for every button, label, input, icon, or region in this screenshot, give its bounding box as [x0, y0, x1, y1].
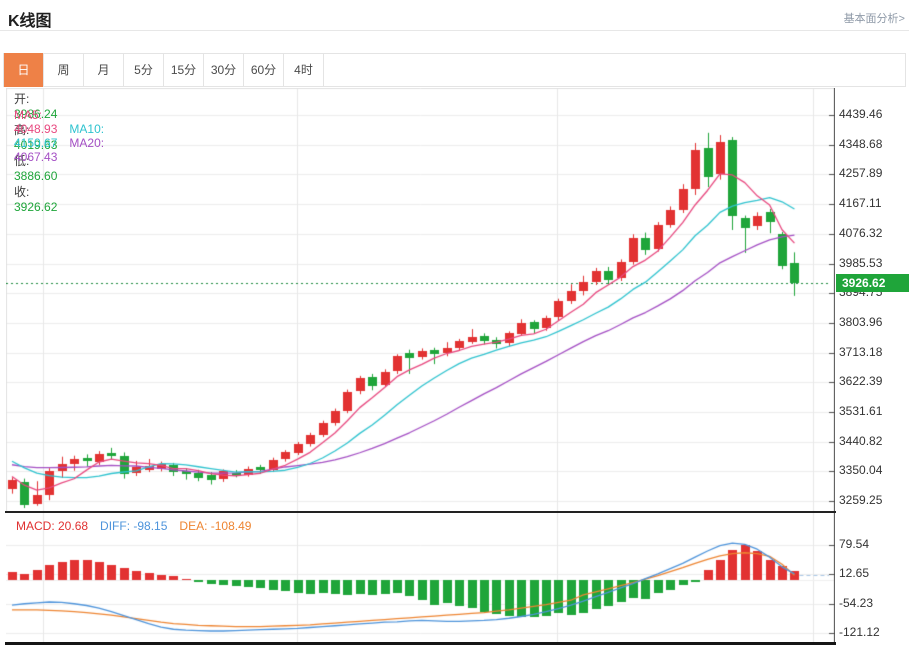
- tab-4hour[interactable]: 4时: [284, 54, 324, 86]
- ma5-readout: MA5: 4048.93: [14, 108, 57, 136]
- diff-readout: DIFF: -98.15: [100, 519, 167, 533]
- header-divider: [0, 30, 909, 31]
- panel-divider: [5, 511, 836, 513]
- last-price-tag: 3926.62: [836, 274, 909, 292]
- tab-5min[interactable]: 5分: [124, 54, 164, 86]
- price-tick-label: 3622.39: [839, 374, 907, 388]
- macd-tick-label: 79.54: [839, 537, 907, 551]
- price-tick-label: 4439.46: [839, 107, 907, 121]
- price-tick-label: 3531.61: [839, 404, 907, 418]
- macd-tick-label: 12.65: [839, 566, 907, 580]
- macd-tick-label: -54.23: [839, 596, 907, 610]
- dea-readout: DEA: -108.49: [179, 519, 251, 533]
- period-tabs: 日周月5分15分30分60分4时: [3, 53, 906, 87]
- tab-15min[interactable]: 15分: [164, 54, 204, 86]
- fundamental-analysis-link[interactable]: 基本面分析>: [844, 10, 905, 26]
- tab-day[interactable]: 日: [4, 53, 44, 87]
- macd-readout: MACD: 20.68 DIFF: -98.15 DEA: -108.49: [16, 519, 263, 533]
- price-tick-label: 3259.25: [839, 493, 907, 507]
- tab-month[interactable]: 月: [84, 54, 124, 86]
- price-tick-label: 4348.68: [839, 137, 907, 151]
- kline-app: K线图 基本面分析> 日周月5分15分30分60分4时 开: 3986.24高:…: [0, 0, 909, 646]
- bottom-border: [5, 642, 836, 645]
- tab-60min[interactable]: 60分: [244, 54, 284, 86]
- price-tick-label: 3350.04: [839, 463, 907, 477]
- last-price-value: 3926.62: [842, 276, 885, 290]
- price-tick-label: 4257.89: [839, 166, 907, 180]
- price-tick-label: 3713.18: [839, 345, 907, 359]
- macd-readout: MACD: 20.68: [16, 519, 88, 533]
- price-tick-label: 3985.53: [839, 256, 907, 270]
- page-title: K线图: [8, 7, 52, 31]
- tab-30min[interactable]: 30分: [204, 54, 244, 86]
- tab-week[interactable]: 周: [44, 54, 84, 86]
- price-tick-label: 4167.11: [839, 196, 907, 210]
- price-tick-label: 3440.82: [839, 434, 907, 448]
- candlestick-chart-canvas[interactable]: [6, 88, 835, 511]
- price-tick-label: 3803.96: [839, 315, 907, 329]
- ma-readout: MA5: 4048.93MA10: 4150.67MA20: 4067.43: [14, 108, 104, 164]
- price-tick-label: 4076.32: [839, 226, 907, 240]
- macd-tick-label: -121.12: [839, 625, 907, 639]
- close-readout: 收: 3926.62: [14, 185, 57, 214]
